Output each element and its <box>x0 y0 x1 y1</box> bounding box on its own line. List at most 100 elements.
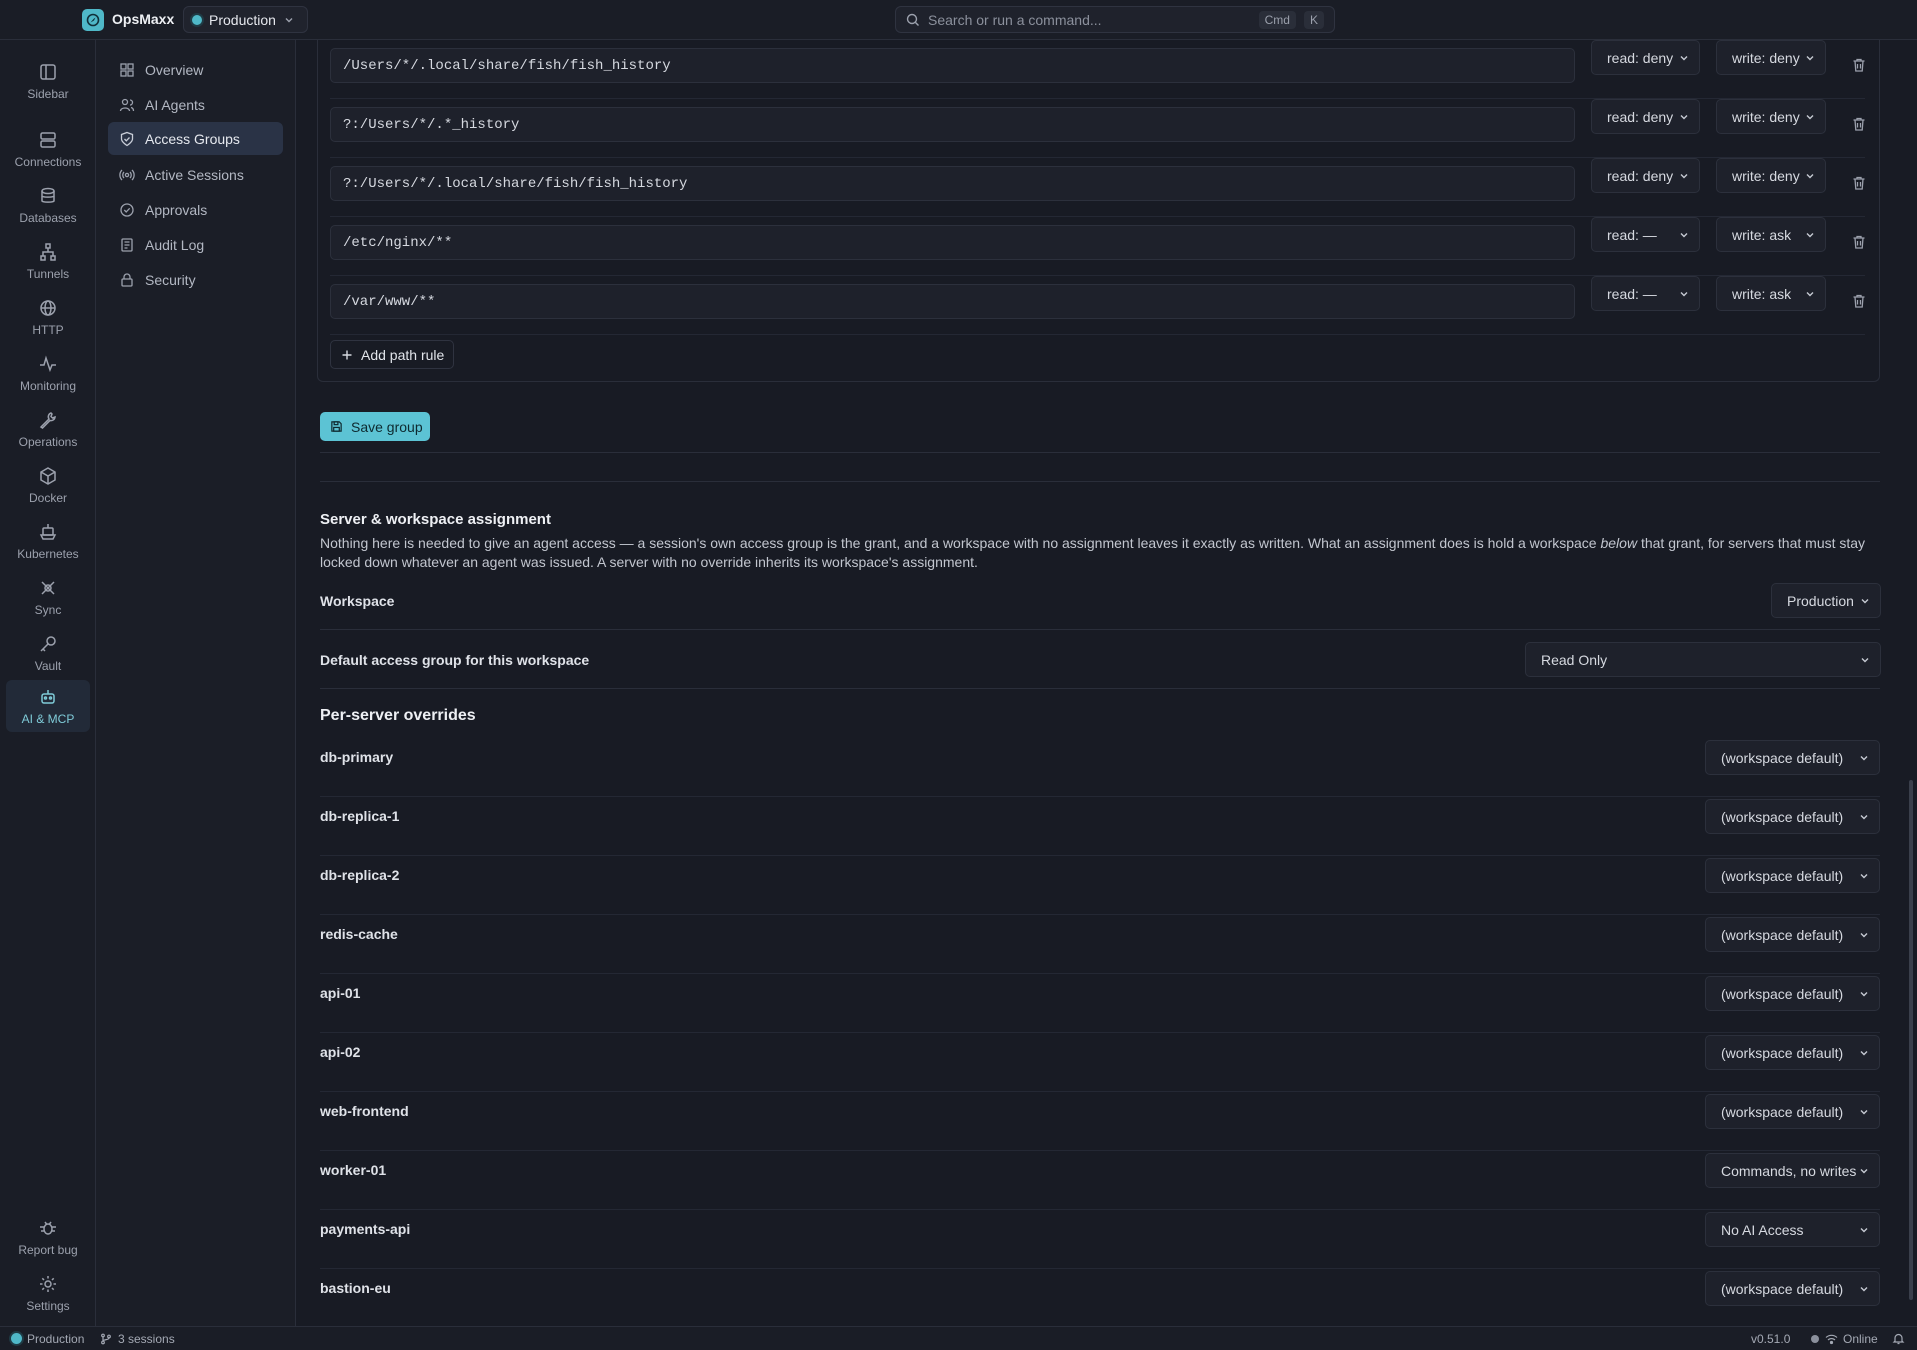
subnav-item-active-sessions[interactable]: Active Sessions <box>108 158 283 191</box>
trash-icon[interactable] <box>1851 175 1867 191</box>
write-permission-select[interactable]: write: deny <box>1716 158 1826 193</box>
divider <box>320 452 1880 453</box>
rail-item-tunnels[interactable]: Tunnels <box>6 236 90 286</box>
server-name: redis-cache <box>320 926 398 942</box>
path-rule-row: /Users/*/.local/share/fish/fish_history … <box>330 40 1865 99</box>
write-permission-select[interactable]: write: ask <box>1716 217 1826 252</box>
server-override-row: db-replica-1 (workspace default) <box>320 797 1880 856</box>
status-bar: Production 3 sessions v0.51.0 Online <box>0 1326 1917 1350</box>
search-placeholder: Search or run a command... <box>928 11 1102 28</box>
server-override-select[interactable]: (workspace default) <box>1705 976 1880 1011</box>
network-icon <box>40 242 56 261</box>
chevron-down-icon <box>1860 991 1868 996</box>
rail-label: Databases <box>19 210 77 225</box>
server-override-select[interactable]: (workspace default) <box>1705 799 1880 834</box>
save-icon <box>331 421 342 432</box>
path-input[interactable]: /var/www/** <box>330 284 1575 319</box>
subnav-item-approvals[interactable]: Approvals <box>108 193 283 226</box>
path-input[interactable]: /etc/nginx/** <box>330 225 1575 260</box>
trash-icon[interactable] <box>1851 293 1867 309</box>
overrides-title: Per-server overrides <box>320 707 476 724</box>
workspace-select[interactable]: Production <box>1771 583 1881 618</box>
save-group-button[interactable]: Save group <box>320 412 430 441</box>
subnav-item-audit-log[interactable]: Audit Log <box>108 228 283 261</box>
icon-rail: Sidebar Connections Databases Tunnels HT… <box>0 40 96 1326</box>
read-permission-select[interactable]: read: — <box>1591 276 1700 311</box>
subnav-item-security[interactable]: Security <box>108 263 283 296</box>
rail-label: Sync <box>34 602 62 617</box>
workspace-label: Workspace <box>320 593 395 609</box>
read-value: read: — <box>1607 226 1657 243</box>
rail-item-kubernetes[interactable]: Kubernetes <box>6 516 90 566</box>
server-override-select[interactable]: (workspace default) <box>1705 858 1880 893</box>
server-name: payments-api <box>320 1221 411 1237</box>
workspace-switcher[interactable]: Production <box>183 6 308 33</box>
rail-item-connections[interactable]: Connections <box>6 124 90 174</box>
subnav-item-access-groups[interactable]: Access Groups <box>108 122 283 155</box>
read-permission-select[interactable]: read: — <box>1591 217 1700 252</box>
server-override-select[interactable]: (workspace default) <box>1705 917 1880 952</box>
users-icon <box>119 98 135 111</box>
scrollbar-thumb[interactable] <box>1909 780 1913 1300</box>
override-value: Commands, no writes <box>1721 1162 1857 1179</box>
chevron-down-icon <box>1860 932 1868 937</box>
default-access-group-label: Default access group for this workspace <box>320 652 590 668</box>
rail-item-vault[interactable]: Vault <box>6 628 90 678</box>
path-input[interactable]: ?:/Users/*/.*_history <box>330 107 1575 142</box>
rail-item-sidebar[interactable]: Sidebar <box>6 56 90 106</box>
write-permission-select[interactable]: write: deny <box>1716 40 1826 75</box>
subnav-label: Approvals <box>145 201 208 218</box>
trash-icon[interactable] <box>1851 116 1867 132</box>
plus-icon <box>342 350 352 359</box>
chevron-down-icon <box>1680 114 1688 119</box>
server-override-row: bastion-eu (workspace default) <box>320 1269 1880 1328</box>
trash-icon[interactable] <box>1851 57 1867 73</box>
rail-item-monitoring[interactable]: Monitoring <box>6 348 90 398</box>
default-access-group-select[interactable]: Read Only <box>1525 642 1881 677</box>
server-override-select[interactable]: (workspace default) <box>1705 1094 1880 1129</box>
server-override-select[interactable]: (workspace default) <box>1705 1035 1880 1070</box>
rail-item-operations[interactable]: Operations <box>6 404 90 454</box>
workspace-status-dot <box>11 1333 22 1344</box>
subnav-label: Audit Log <box>145 236 205 253</box>
read-value: read: — <box>1607 285 1657 302</box>
write-permission-select[interactable]: write: ask <box>1716 276 1826 311</box>
command-search[interactable]: Search or run a command... Cmd K <box>895 6 1335 33</box>
add-path-rule-button[interactable]: Add path rule <box>330 340 454 369</box>
rail-item-sync[interactable]: Sync <box>6 572 90 622</box>
chevron-down-icon <box>1860 873 1868 878</box>
chevron-down-icon <box>1680 173 1688 178</box>
rail-label: Operations <box>18 434 78 449</box>
status-workspace[interactable]: Production <box>27 1332 84 1346</box>
subnav-item-overview[interactable]: Overview <box>108 53 283 86</box>
subnav-item-ai-agents[interactable]: AI Agents <box>108 88 283 121</box>
server-override-row: db-replica-2 (workspace default) <box>320 856 1880 915</box>
radio-icon <box>119 169 135 180</box>
path-input[interactable]: ?:/Users/*/.local/share/fish/fish_histor… <box>330 166 1575 201</box>
rail-item-ai-mcp[interactable]: AI & MCP <box>6 680 90 732</box>
app-name: OpsMaxx <box>112 11 175 27</box>
read-permission-select[interactable]: read: deny <box>1591 99 1700 134</box>
trash-icon[interactable] <box>1851 234 1867 250</box>
server-override-select[interactable]: (workspace default) <box>1705 740 1880 775</box>
server-icon <box>40 131 56 148</box>
rail-item-databases[interactable]: Databases <box>6 180 90 230</box>
read-value: read: deny <box>1607 108 1674 125</box>
path-input[interactable]: /Users/*/.local/share/fish/fish_history <box>330 48 1575 83</box>
server-override-select[interactable]: No AI Access <box>1705 1212 1880 1247</box>
rail-label: Sidebar <box>27 86 69 101</box>
status-sessions[interactable]: 3 sessions <box>118 1332 175 1346</box>
save-group-label: Save group <box>351 418 423 435</box>
bell-icon[interactable] <box>1892 1332 1905 1345</box>
rail-item-http[interactable]: HTTP <box>6 292 90 342</box>
rail-item-report-bug[interactable]: Report bug <box>6 1212 90 1262</box>
server-override-select[interactable]: Commands, no writes <box>1705 1153 1880 1188</box>
write-permission-select[interactable]: write: deny <box>1716 99 1826 134</box>
read-permission-select[interactable]: read: deny <box>1591 40 1700 75</box>
rail-item-docker[interactable]: Docker <box>6 460 90 510</box>
server-override-select[interactable]: (workspace default) <box>1705 1271 1880 1306</box>
rail-label: Monitoring <box>19 378 77 393</box>
rail-item-settings[interactable]: Settings <box>6 1268 90 1318</box>
chevron-down-icon <box>1861 657 1869 662</box>
read-permission-select[interactable]: read: deny <box>1591 158 1700 193</box>
